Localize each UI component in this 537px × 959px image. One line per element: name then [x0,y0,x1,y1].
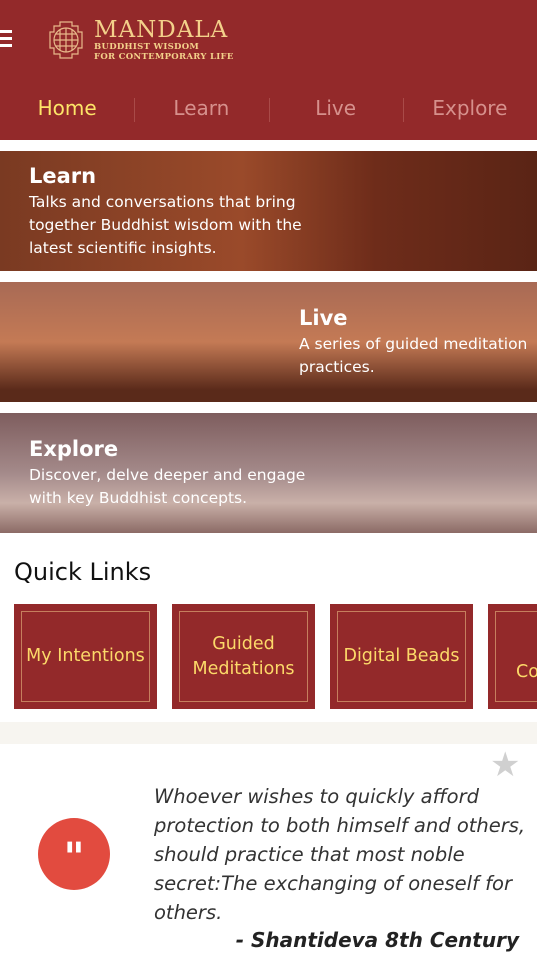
banner-text: Talks and conversations that bring toget… [29,193,302,257]
tab-explore[interactable]: Explore [402,90,537,126]
app-header: MANDALA BUDDHIST WISDOM FOR CONTEMPORARY… [0,0,537,140]
quote-icon: " [38,818,110,890]
explore-banner[interactable]: Explore Discover, delve deeper and engag… [0,413,537,533]
quick-link-label: My Intentions [21,611,150,702]
quick-link-label: Con [495,611,537,702]
quick-link-my-intentions[interactable]: My Intentions [14,604,157,709]
quote-author: - Shantideva 8th Century [235,928,519,952]
app-subtitle: BUDDHIST WISDOM [94,42,200,52]
mandala-logo-icon [49,21,83,59]
banner-title: Live [299,306,348,330]
learn-banner[interactable]: Learn Talks and conversations that bring… [0,151,537,271]
banner-text: A series of guided meditation practices. [299,335,528,376]
main-nav: Home Learn Live Explore [0,90,537,126]
quick-link-guided-meditations[interactable]: Guided Meditations [172,604,315,709]
quick-link-digital-beads[interactable]: Digital Beads [330,604,473,709]
tab-home[interactable]: Home [0,90,134,126]
banner-title: Learn [29,164,97,188]
quick-link-partial[interactable]: Con [488,604,537,709]
quote-text: Whoever wishes to quickly afford protect… [154,785,526,924]
banner-text: Discover, delve deeper and engage with k… [29,466,306,507]
tab-learn[interactable]: Learn [134,90,268,126]
quick-links-list: My Intentions Guided Meditations Digital… [14,604,537,709]
quick-link-label: Digital Beads [337,611,466,702]
quick-links-heading: Quick Links [14,558,152,586]
tab-live[interactable]: Live [268,90,403,126]
live-banner[interactable]: Live A series of guided meditation pract… [0,282,537,402]
banner-title: Explore [29,437,119,461]
hamburger-menu-icon[interactable] [0,30,12,48]
decorative-divider [0,722,537,744]
quick-link-label: Guided Meditations [179,611,308,702]
star-icon[interactable]: ★ [490,748,520,782]
app-title: MANDALA [94,17,229,43]
app-subtitle: FOR CONTEMPORARY LIFE [94,52,234,62]
brand: MANDALA BUDDHIST WISDOM FOR CONTEMPORARY… [94,18,234,62]
